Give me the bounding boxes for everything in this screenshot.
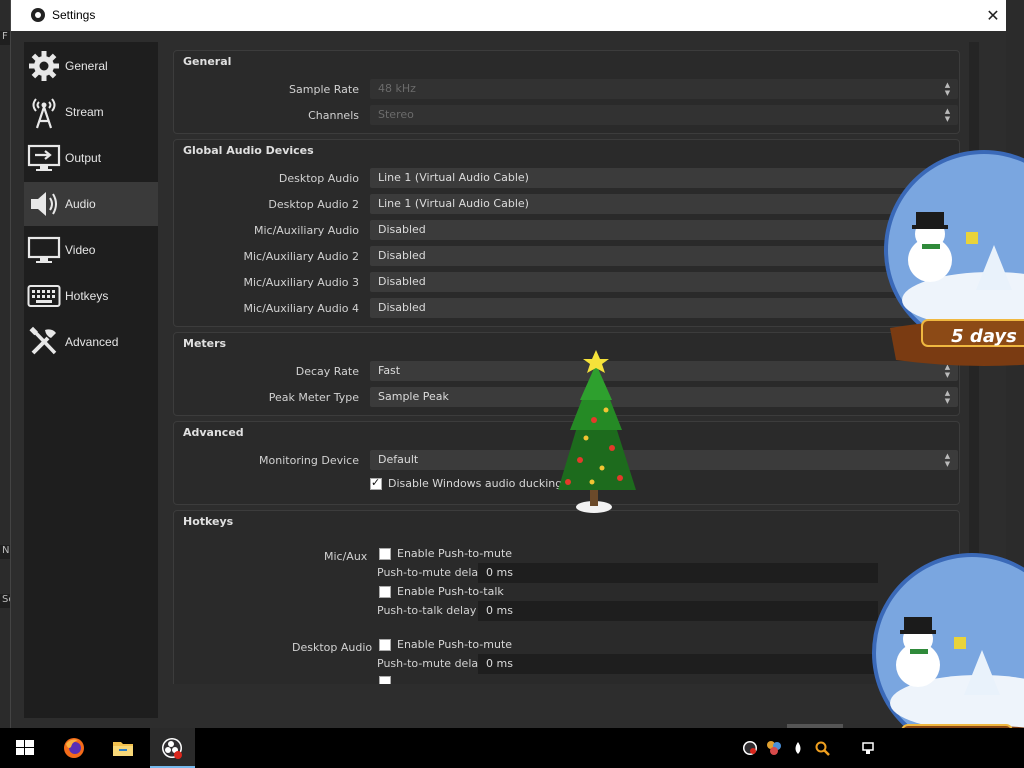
desktop-next-checkbox[interactable]: [379, 676, 397, 684]
snow-globe-icon: 5 days: [884, 150, 1024, 366]
sample-rate-select[interactable]: 48 kHz ▲ ▼: [370, 79, 958, 99]
speaker-icon: [26, 186, 62, 222]
checkbox-unchecked-icon: [379, 585, 391, 598]
desktop-push-to-mute-delay-label: Push-to-mute delay: [377, 657, 485, 670]
obs-tray-icon[interactable]: [742, 740, 758, 756]
sidebar-item-label: Output: [65, 151, 102, 165]
mic-push-to-talk-delay-label: Push-to-talk delay: [377, 604, 477, 617]
channels-select[interactable]: Stereo ▲ ▼: [370, 105, 958, 125]
sidebar-item-label: Hotkeys: [65, 289, 109, 303]
mic-aux-audio-select[interactable]: Disabled: [370, 220, 958, 240]
desktop-push-to-mute-checkbox[interactable]: Enable Push-to-mute: [379, 638, 512, 651]
monitoring-device-label: Monitoring Device: [259, 454, 359, 467]
mic-aux-audio-3-label: Mic/Auxiliary Audio 3: [243, 276, 359, 289]
mic-push-to-talk-label: Enable Push-to-talk: [397, 585, 504, 598]
windows-start-icon[interactable]: [13, 736, 37, 760]
window-title: Settings: [52, 8, 96, 22]
broadcast-tower-icon: [26, 94, 62, 130]
file-explorer-icon[interactable]: [111, 736, 135, 760]
app-tray-icon[interactable]: [766, 740, 782, 756]
globe-countdown-label: 5 days: [951, 326, 1017, 347]
sidebar-item-output[interactable]: Output: [24, 136, 158, 180]
drop-tray-icon[interactable]: [790, 740, 806, 756]
desktop-audio-2-select[interactable]: Line 1 (Virtual Audio Cable): [370, 194, 958, 214]
checkbox-unchecked-icon: [379, 638, 391, 651]
spin-arrows-icon: ▲ ▼: [944, 81, 951, 97]
sidebar-item-label: Video: [65, 243, 96, 257]
mic-push-to-mute-checkbox[interactable]: Enable Push-to-mute: [379, 547, 512, 560]
sidebar-item-label: Audio: [65, 197, 96, 211]
desktop-push-to-mute-delay-input[interactable]: 0 ms: [478, 654, 878, 674]
close-button[interactable]: ✕: [980, 0, 1006, 31]
desktop-audio-2-label: Desktop Audio 2: [268, 198, 359, 211]
taskbar: [0, 728, 1024, 768]
peak-meter-type-select[interactable]: Sample Peak ▲ ▼: [370, 387, 958, 407]
group-title: Advanced: [183, 426, 244, 439]
decay-rate-label: Decay Rate: [295, 365, 359, 378]
sidebar-item-label: General: [65, 59, 108, 73]
spin-arrows-icon: ▲ ▼: [944, 107, 951, 123]
network-tray-icon[interactable]: [860, 740, 876, 756]
mic-aux-audio-2-label: Mic/Auxiliary Audio 2: [243, 250, 359, 263]
mic-aux-audio-label: Mic/Auxiliary Audio: [253, 224, 359, 237]
desktop-audio-select[interactable]: Line 1 (Virtual Audio Cable): [370, 168, 958, 188]
group-title: Hotkeys: [183, 515, 234, 528]
spin-arrows-icon: ▲ ▼: [944, 452, 951, 468]
obs-logo-icon: [31, 8, 45, 22]
sidebar-item-stream[interactable]: Stream: [24, 90, 158, 134]
hotkeys-group: Hotkeys Mic/Aux Enable Push-to-mute Push…: [173, 510, 960, 684]
monitoring-device-select[interactable]: Default ▲ ▼: [370, 450, 958, 470]
sidebar-item-hotkeys[interactable]: Hotkeys: [24, 274, 158, 318]
sidebar-item-audio[interactable]: Audio: [24, 182, 158, 226]
sidebar-item-video[interactable]: Video: [24, 228, 158, 272]
sidebar-item-label: Advanced: [65, 335, 119, 349]
disable-ducking-label: Disable Windows audio ducking: [388, 477, 563, 490]
sidebar-item-general[interactable]: General: [24, 44, 158, 88]
sidebar-item-advanced[interactable]: Advanced: [24, 320, 158, 364]
desktop-audio-hotkey-label: Desktop Audio: [292, 641, 373, 654]
disable-ducking-checkbox[interactable]: Disable Windows audio ducking: [370, 476, 563, 490]
title-bar: Settings ✕: [11, 0, 1006, 31]
mic-push-to-talk-delay-input[interactable]: 0 ms: [478, 601, 878, 621]
global-audio-devices-group: Global Audio Devices Desktop Audio Line …: [173, 139, 960, 327]
mic-push-to-talk-checkbox[interactable]: Enable Push-to-talk: [379, 585, 504, 598]
keyboard-icon: [26, 278, 62, 314]
peak-meter-type-label: Peak Meter Type: [268, 391, 359, 404]
christmas-tree-icon: [558, 350, 636, 513]
firefox-icon[interactable]: [62, 736, 86, 760]
mic-push-to-mute-delay-input[interactable]: 0 ms: [478, 563, 878, 583]
desktop-push-to-mute-label: Enable Push-to-mute: [397, 638, 513, 651]
checkbox-unchecked-icon: [379, 676, 391, 684]
gear-icon: [26, 48, 62, 84]
group-title: General: [183, 55, 232, 68]
checkbox-unchecked-icon: [379, 547, 391, 560]
spin-arrows-icon: ▲ ▼: [944, 389, 951, 405]
monitor-arrow-icon: [26, 140, 62, 176]
tools-icon: [26, 324, 62, 360]
monitor-icon: [26, 232, 62, 268]
checkbox-checked-icon: [370, 476, 382, 490]
mic-aux-audio-4-label: Mic/Auxiliary Audio 4: [243, 302, 359, 315]
mic-aux-audio-2-select[interactable]: Disabled: [370, 246, 958, 266]
obs-icon: [162, 738, 182, 759]
sidebar-item-label: Stream: [65, 105, 104, 119]
decay-rate-select[interactable]: Fast ▲ ▼: [370, 361, 958, 381]
mic-aux-audio-3-select[interactable]: Disabled: [370, 272, 958, 292]
channels-label: Channels: [308, 109, 359, 122]
settings-sidebar: General Stream Output Audio Video Hotkey…: [24, 42, 158, 718]
search-tray-icon[interactable]: [814, 740, 830, 756]
mic-aux-hotkey-label: Mic/Aux: [324, 550, 368, 563]
general-group: General Sample Rate 48 kHz ▲ ▼ Channels S…: [173, 50, 960, 134]
mic-push-to-mute-label: Enable Push-to-mute: [397, 547, 513, 560]
group-title: Global Audio Devices: [183, 144, 314, 157]
mic-aux-audio-4-select[interactable]: Disabled: [370, 298, 958, 318]
taskbar-obs-button[interactable]: [150, 728, 195, 768]
mic-push-to-mute-delay-label: Push-to-mute delay: [377, 566, 485, 579]
desktop-audio-label: Desktop Audio: [278, 172, 359, 185]
group-title: Meters: [183, 337, 227, 350]
sample-rate-label: Sample Rate: [289, 83, 359, 96]
